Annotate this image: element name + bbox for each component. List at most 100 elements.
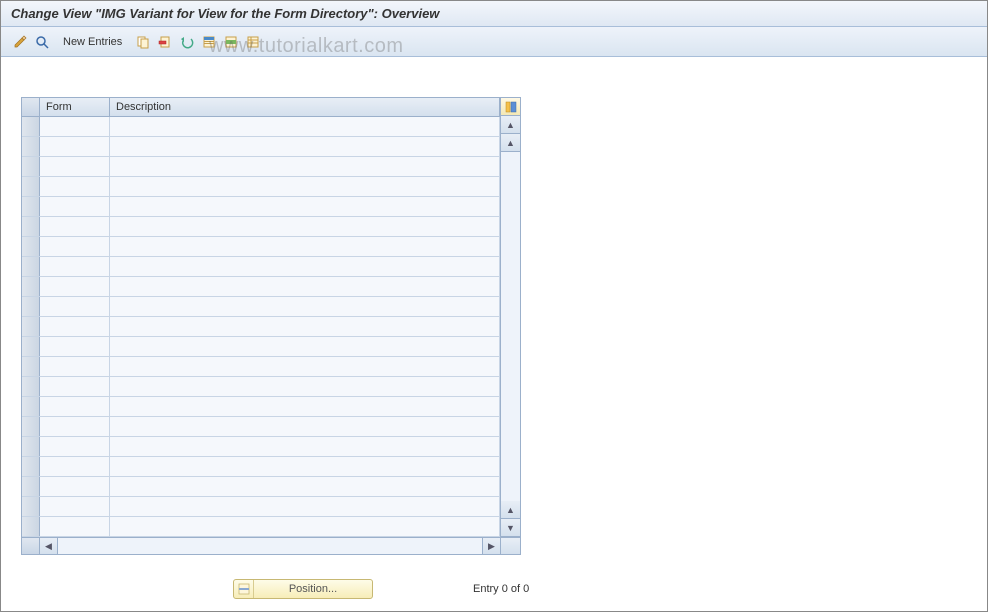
cell-form[interactable] (40, 457, 110, 476)
cell-form[interactable] (40, 377, 110, 396)
row-selector[interactable] (22, 137, 40, 156)
cell-description[interactable] (110, 417, 500, 436)
cell-form[interactable] (40, 157, 110, 176)
column-header-form[interactable]: Form (40, 98, 110, 116)
cell-description[interactable] (110, 337, 500, 356)
position-icon (234, 580, 254, 598)
cell-form[interactable] (40, 437, 110, 456)
row-selector[interactable] (22, 297, 40, 316)
toggle-change-icon[interactable] (11, 33, 29, 51)
cell-description[interactable] (110, 377, 500, 396)
position-button[interactable]: Position... (233, 579, 373, 599)
row-selector[interactable] (22, 477, 40, 496)
column-header-description[interactable]: Description (110, 98, 500, 116)
table-row (22, 117, 500, 137)
scroll-left-button[interactable]: ◀ (40, 538, 58, 554)
row-selector[interactable] (22, 497, 40, 516)
select-all-corner[interactable] (22, 98, 40, 116)
cell-form[interactable] (40, 257, 110, 276)
cell-form[interactable] (40, 517, 110, 536)
row-selector[interactable] (22, 317, 40, 336)
scroll-up-button[interactable]: ▲ (501, 116, 520, 134)
cell-form[interactable] (40, 497, 110, 516)
table-header-row: Form Description (22, 98, 500, 117)
row-selector[interactable] (22, 417, 40, 436)
row-selector[interactable] (22, 277, 40, 296)
row-selector[interactable] (22, 177, 40, 196)
cell-description[interactable] (110, 197, 500, 216)
table-row (22, 377, 500, 397)
cell-form[interactable] (40, 237, 110, 256)
cell-description[interactable] (110, 497, 500, 516)
cell-description[interactable] (110, 397, 500, 416)
row-selector[interactable] (22, 437, 40, 456)
scroll-up-button-2[interactable]: ▲ (501, 134, 520, 152)
cell-description[interactable] (110, 117, 500, 136)
cell-form[interactable] (40, 137, 110, 156)
row-selector[interactable] (22, 377, 40, 396)
position-label: Position... (254, 583, 372, 595)
new-entries-button[interactable]: New Entries (55, 34, 130, 50)
scroll-right-button[interactable]: ▶ (482, 538, 500, 554)
cell-description[interactable] (110, 457, 500, 476)
cell-form[interactable] (40, 357, 110, 376)
row-selector[interactable] (22, 517, 40, 536)
cell-form[interactable] (40, 177, 110, 196)
cell-form[interactable] (40, 397, 110, 416)
cell-form[interactable] (40, 337, 110, 356)
table-row (22, 517, 500, 537)
row-selector[interactable] (22, 237, 40, 256)
cell-description[interactable] (110, 437, 500, 456)
table-side-controls: ▲ ▲ ▲ ▼ (500, 98, 520, 537)
cell-form[interactable] (40, 217, 110, 236)
table-row (22, 337, 500, 357)
copy-icon[interactable] (134, 33, 152, 51)
grid-table: Form Description ▲ ▲ ▲ ▼ (21, 97, 521, 537)
cell-description[interactable] (110, 277, 500, 296)
scroll-down-button-2[interactable]: ▲ (501, 501, 520, 519)
cell-form[interactable] (40, 197, 110, 216)
row-selector[interactable] (22, 117, 40, 136)
row-selector[interactable] (22, 457, 40, 476)
scroll-down-button[interactable]: ▼ (501, 519, 520, 537)
row-selector[interactable] (22, 217, 40, 236)
table-row (22, 317, 500, 337)
table-row (22, 177, 500, 197)
select-block-icon[interactable] (222, 33, 240, 51)
cell-description[interactable] (110, 297, 500, 316)
row-selector[interactable] (22, 197, 40, 216)
cell-form[interactable] (40, 277, 110, 296)
cell-form[interactable] (40, 117, 110, 136)
cell-description[interactable] (110, 237, 500, 256)
cell-description[interactable] (110, 477, 500, 496)
cell-description[interactable] (110, 137, 500, 156)
cell-description[interactable] (110, 357, 500, 376)
cell-form[interactable] (40, 317, 110, 336)
configure-columns-icon[interactable] (501, 98, 520, 116)
cell-description[interactable] (110, 217, 500, 236)
table-row (22, 437, 500, 457)
cell-form[interactable] (40, 297, 110, 316)
cell-description[interactable] (110, 157, 500, 176)
horizontal-scroll-track[interactable] (58, 538, 482, 554)
bottom-left-corner (22, 538, 40, 554)
undo-icon[interactable] (178, 33, 196, 51)
cell-description[interactable] (110, 517, 500, 536)
row-selector[interactable] (22, 357, 40, 376)
table-row (22, 497, 500, 517)
row-selector[interactable] (22, 337, 40, 356)
select-all-icon[interactable] (200, 33, 218, 51)
vertical-scroll-track[interactable] (501, 152, 520, 501)
cell-description[interactable] (110, 257, 500, 276)
deselect-all-icon[interactable] (244, 33, 262, 51)
cell-description[interactable] (110, 177, 500, 196)
delete-icon[interactable] (156, 33, 174, 51)
row-selector[interactable] (22, 397, 40, 416)
cell-form[interactable] (40, 477, 110, 496)
cell-description[interactable] (110, 317, 500, 336)
table-row (22, 237, 500, 257)
details-icon[interactable] (33, 33, 51, 51)
cell-form[interactable] (40, 417, 110, 436)
row-selector[interactable] (22, 257, 40, 276)
row-selector[interactable] (22, 157, 40, 176)
